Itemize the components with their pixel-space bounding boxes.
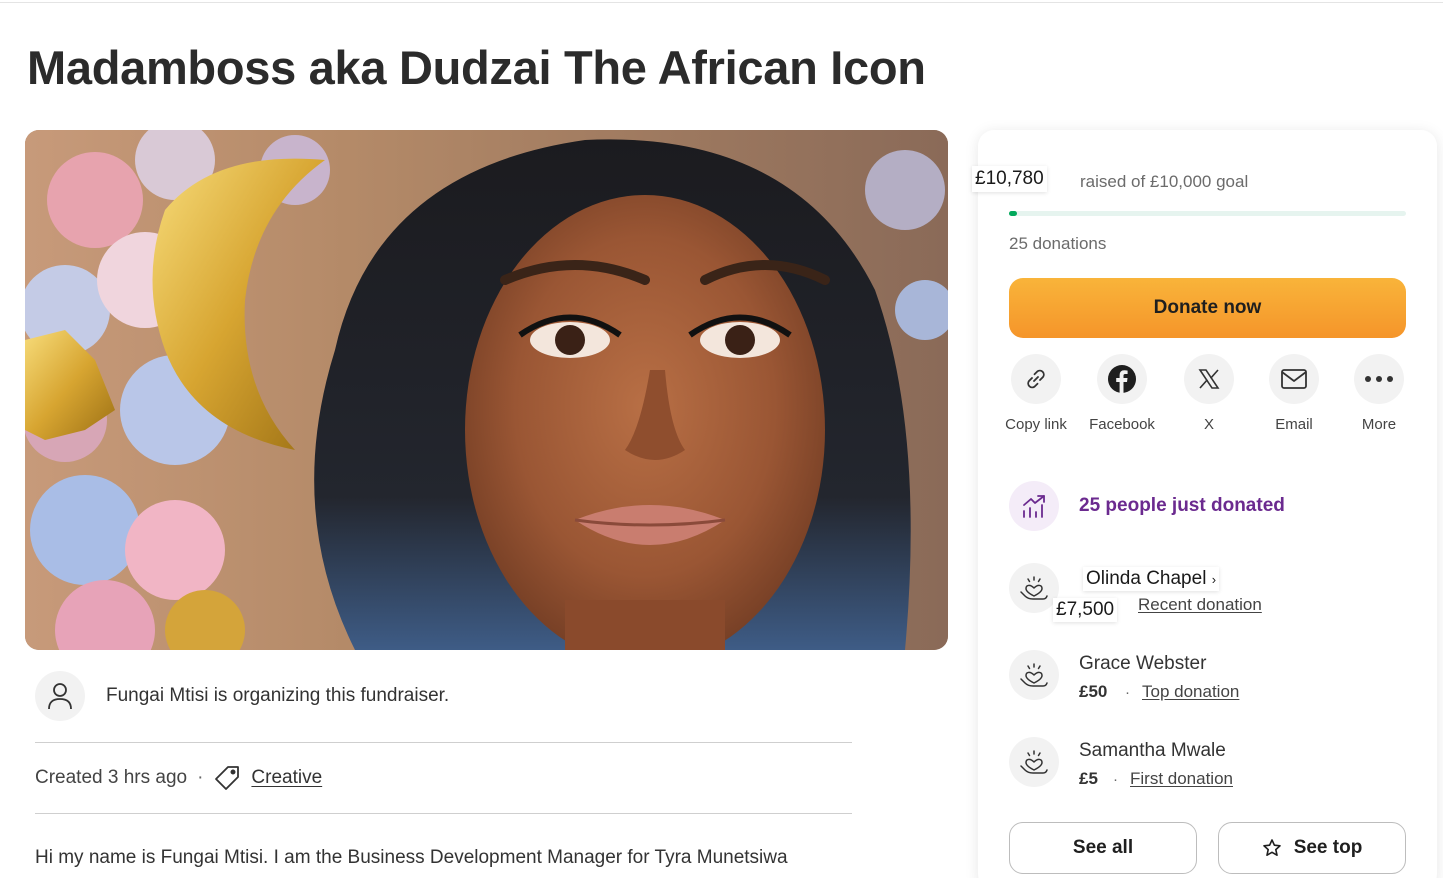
- donor-separator: ·: [1125, 684, 1130, 701]
- progress-bar: [1009, 211, 1406, 216]
- see-all-button[interactable]: See all: [1009, 822, 1197, 874]
- x-icon[interactable]: [1184, 354, 1234, 404]
- organizer-text: Fungai Mtisi is organizing this fundrais…: [106, 685, 450, 706]
- donor-name[interactable]: Olinda Chapel ›: [1083, 567, 1220, 591]
- person-icon: [35, 671, 85, 721]
- email-icon[interactable]: [1269, 354, 1319, 404]
- heart-hands-icon: [1009, 650, 1059, 700]
- donate-now-button[interactable]: Donate now: [1009, 278, 1406, 338]
- donor-name: Samantha Mwale: [1079, 740, 1226, 761]
- facebook-icon[interactable]: [1097, 354, 1147, 404]
- share-facebook[interactable]: Facebook: [1082, 354, 1162, 435]
- share-label: Copy link: [1005, 416, 1067, 433]
- meta-separator: ·: [197, 767, 204, 788]
- progress-fill: [1009, 211, 1017, 216]
- story-text: Hi my name is Fungai Mtisi. I am the Bus…: [35, 847, 788, 868]
- donor-tag-link[interactable]: First donation: [1130, 769, 1233, 789]
- share-copy-link[interactable]: Copy link: [996, 354, 1076, 435]
- share-label: More: [1361, 416, 1397, 433]
- heart-hands-icon: [1009, 563, 1059, 613]
- link-icon[interactable]: [1011, 354, 1061, 404]
- created-time: Created 3 hrs ago: [35, 767, 188, 788]
- organizer-row: Fungai Mtisi is organizing this fundrais…: [35, 670, 852, 722]
- divider: [35, 813, 852, 814]
- goal-text: raised of £10,000 goal: [1080, 172, 1249, 191]
- top-border: [0, 2, 1443, 3]
- share-label: Email: [1275, 416, 1313, 433]
- more-icon[interactable]: [1354, 354, 1404, 404]
- donor-amount: £5: [1079, 769, 1098, 788]
- share-x[interactable]: X: [1169, 354, 1249, 435]
- recent-activity[interactable]: 25 people just donated: [1009, 481, 1285, 531]
- divider: [35, 742, 852, 743]
- hero-photo: [25, 130, 948, 650]
- share-more[interactable]: More: [1339, 354, 1419, 435]
- category-link[interactable]: Creative: [251, 767, 322, 789]
- fundraiser-meta: Created 3 hrs ago · Creative: [35, 762, 322, 794]
- page-title: Madamboss aka Dudzai The African Icon: [27, 41, 926, 94]
- heart-hands-icon: [1009, 737, 1059, 787]
- donor-amount: £50: [1079, 682, 1108, 701]
- chevron-right-icon: ›: [1211, 572, 1217, 587]
- trending-up-icon: [1009, 481, 1059, 531]
- donor-tag-link[interactable]: Top donation: [1142, 682, 1239, 702]
- see-top-label: See top: [1293, 837, 1363, 858]
- donor-amount: £7,500: [1053, 598, 1118, 622]
- amount-raised: £10,780: [972, 166, 1047, 192]
- fundraiser-hero-image[interactable]: [25, 130, 948, 650]
- share-label: Facebook: [1089, 416, 1155, 433]
- donor-separator: ·: [1113, 771, 1118, 788]
- donor-tag-link[interactable]: Recent donation: [1138, 595, 1262, 615]
- see-top-button[interactable]: See top: [1218, 822, 1406, 874]
- donor-name: Grace Webster: [1079, 653, 1207, 674]
- share-email[interactable]: Email: [1254, 354, 1334, 435]
- donations-count: 25 donations: [1009, 234, 1107, 253]
- tag-icon: [213, 764, 241, 792]
- share-label: X: [1203, 416, 1214, 433]
- recent-activity-text: 25 people just donated: [1079, 495, 1285, 516]
- star-icon: [1262, 838, 1282, 858]
